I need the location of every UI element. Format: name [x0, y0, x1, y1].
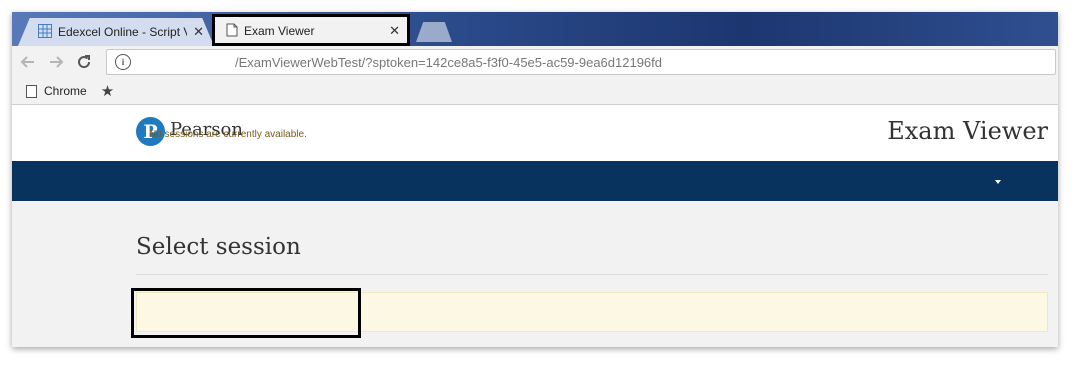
tab-title: Edexcel Online - Script V — [58, 25, 188, 39]
browser-window: Edexcel Online - Script V ✕ Exam Viewer … — [12, 12, 1058, 347]
close-icon[interactable]: ✕ — [193, 24, 204, 40]
address-bar[interactable]: i /ExamViewerWebTest/?sptoken=142ce8a5-f… — [106, 49, 1056, 75]
tab-strip: Edexcel Online - Script V ✕ Exam Viewer … — [12, 12, 1058, 46]
bookmark-chrome[interactable]: Chrome — [44, 84, 87, 98]
nav-bar — [12, 161, 1058, 201]
tab-highlight-box — [212, 14, 410, 46]
reload-icon[interactable] — [72, 50, 96, 74]
info-icon[interactable]: i — [115, 54, 131, 70]
tab-edexcel-online[interactable]: Edexcel Online - Script V ✕ — [18, 18, 214, 46]
new-tab-button[interactable] — [416, 22, 452, 42]
caret-down-icon[interactable] — [995, 180, 1001, 184]
alert-message: No sessions are currently available. — [149, 129, 307, 140]
grid-icon — [38, 23, 52, 41]
app-title: Exam Viewer — [887, 117, 1048, 145]
back-arrow-icon[interactable] — [16, 50, 40, 74]
alert-highlight-box — [131, 288, 361, 338]
star-icon[interactable]: ★ — [101, 82, 114, 100]
bookmarks-bar: Chrome ★ — [12, 78, 1058, 105]
browser-toolbar: i /ExamViewerWebTest/?sptoken=142ce8a5-f… — [12, 46, 1058, 78]
page-title: Select session — [136, 234, 301, 260]
forward-arrow-icon[interactable] — [44, 50, 68, 74]
url-text: /ExamViewerWebTest/?sptoken=142ce8a5-f3f… — [235, 54, 663, 70]
page-icon — [26, 84, 37, 98]
divider — [136, 274, 1048, 275]
